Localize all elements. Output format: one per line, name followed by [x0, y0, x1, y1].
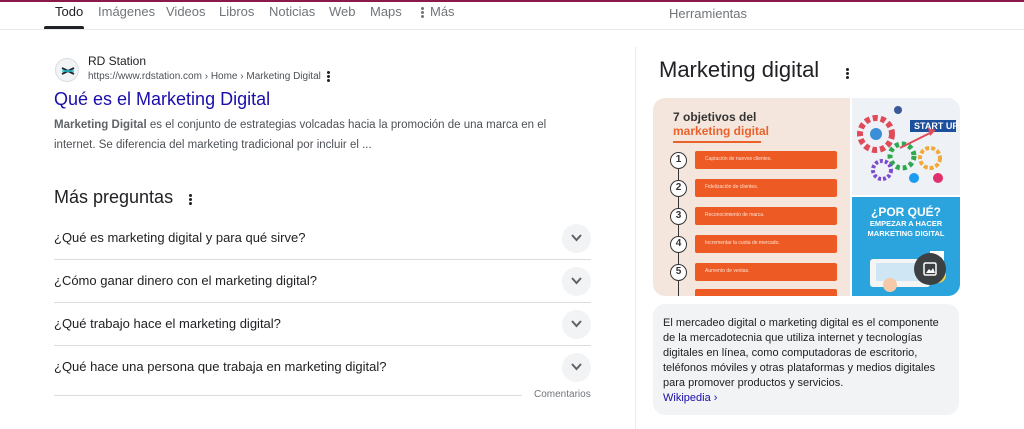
- objective-number: 4: [670, 236, 687, 253]
- paa-heading: Más preguntas: [54, 187, 174, 207]
- objective-number: 5: [670, 264, 687, 281]
- por-que-line2: EMPEZAR A HACER: [869, 219, 943, 228]
- active-tab-indicator: [44, 26, 84, 29]
- rd-station-logo-icon[interactable]: [55, 58, 79, 82]
- search-tabs: Todo Imágenes Videos Libros Noticias Web…: [0, 2, 1024, 30]
- result-snippet: Marketing Digital es el conjunto de estr…: [54, 115, 564, 155]
- paa-question[interactable]: ¿Qué es marketing digital y para qué sir…: [54, 230, 305, 245]
- paa-question-row[interactable]: ¿Qué hace una persona que trabaja en mar…: [54, 346, 591, 389]
- paa-question[interactable]: ¿Cómo ganar dinero con el marketing digi…: [54, 273, 317, 288]
- objective-text: Aumento de ventas.: [705, 268, 750, 274]
- startup-gears-image[interactable]: START UP: [852, 98, 960, 195]
- objective-bar: Captación de nuevos clientes.: [695, 151, 837, 169]
- infographic-heading-1: 7 objetivos del: [673, 110, 757, 124]
- infographic-heading-2: marketing digital: [673, 124, 770, 138]
- por-que-line3: MARKETING DIGITAL: [867, 229, 945, 238]
- objective-number: 3: [670, 208, 687, 225]
- infographic-underline: [673, 141, 761, 143]
- tab-maps[interactable]: Maps: [370, 4, 402, 19]
- chevron-down-icon[interactable]: [562, 310, 591, 339]
- objetivos-infographic-image[interactable]: 7 objetivos del marketing digital Captac…: [653, 98, 850, 296]
- tab-noticias[interactable]: Noticias: [269, 4, 315, 19]
- objective-number: 2: [670, 180, 687, 197]
- kp-image-gallery[interactable]: 7 objetivos del marketing digital Captac…: [653, 98, 960, 296]
- objective-text: Fidelización de clientes.: [705, 184, 759, 190]
- objective-bar: Incrementar la cuota de mercado.: [695, 235, 837, 253]
- tab-videos[interactable]: Videos: [166, 4, 206, 19]
- tab-libros[interactable]: Libros: [219, 4, 254, 19]
- kp-description: El mercadeo digital o marketing digital …: [663, 317, 939, 389]
- tab-imagenes[interactable]: Imágenes: [98, 4, 155, 19]
- more-vert-icon: [421, 6, 424, 19]
- paa-question[interactable]: ¿Qué hace una persona que trabaja en mar…: [54, 359, 386, 374]
- kp-description-card: El mercadeo digital o marketing digital …: [653, 304, 959, 415]
- startup-label: START UP: [914, 121, 959, 131]
- paa-question-row[interactable]: ¿Cómo ganar dinero con el marketing digi…: [54, 260, 591, 303]
- paa-menu-icon[interactable]: [189, 193, 193, 206]
- paa-question-row[interactable]: ¿Qué es marketing digital y para qué sir…: [54, 217, 591, 260]
- por-que-image[interactable]: ¿POR QUÉ? EMPEZAR A HACER MARKETING DIGI…: [852, 197, 960, 296]
- objective-bar-partial: [695, 289, 837, 296]
- objective-bar: Fidelización de clientes.: [695, 179, 837, 197]
- result-url[interactable]: https://www.rdstation.com › Home › Marke…: [88, 71, 321, 82]
- snippet-bold: Marketing Digital: [54, 119, 147, 131]
- tools-button[interactable]: Herramientas: [669, 6, 747, 21]
- image-search-icon[interactable]: [914, 253, 946, 285]
- chevron-down-icon[interactable]: [562, 267, 591, 296]
- paa-question-row[interactable]: ¿Qué trabajo hace el marketing digital?: [54, 303, 591, 346]
- objective-number: 1: [670, 152, 687, 169]
- feedback-link[interactable]: Comentarios: [534, 389, 591, 400]
- result-site-name[interactable]: RD Station: [88, 54, 146, 68]
- objective-text: Reconocimiento de marca.: [705, 212, 765, 218]
- result-title-link[interactable]: Qué es el Marketing Digital: [54, 89, 270, 110]
- chevron-down-icon[interactable]: [562, 224, 591, 253]
- tab-mas[interactable]: Más: [421, 4, 455, 19]
- paa-bottom-divider: [54, 395, 522, 396]
- objective-bar: Reconocimiento de marca.: [695, 207, 837, 225]
- tab-todo[interactable]: Todo: [55, 4, 83, 19]
- tab-mas-label: Más: [430, 4, 455, 19]
- objective-bar: Aumento de ventas.: [695, 263, 837, 281]
- tab-web[interactable]: Web: [329, 4, 356, 19]
- wikipedia-link[interactable]: Wikipedia ›: [663, 391, 949, 406]
- kp-menu-icon[interactable]: [846, 67, 850, 80]
- result-menu-icon[interactable]: [327, 70, 331, 83]
- knowledge-panel-title: Marketing digital: [659, 57, 820, 82]
- objective-text: Captación de nuevos clientes.: [705, 156, 772, 162]
- chevron-down-icon[interactable]: [562, 353, 591, 382]
- paa-question[interactable]: ¿Qué trabajo hace el marketing digital?: [54, 316, 281, 331]
- objective-text: Incrementar la cuota de mercado.: [705, 240, 780, 246]
- column-divider: [635, 47, 636, 429]
- por-que-line1: ¿POR QUÉ?: [870, 205, 941, 219]
